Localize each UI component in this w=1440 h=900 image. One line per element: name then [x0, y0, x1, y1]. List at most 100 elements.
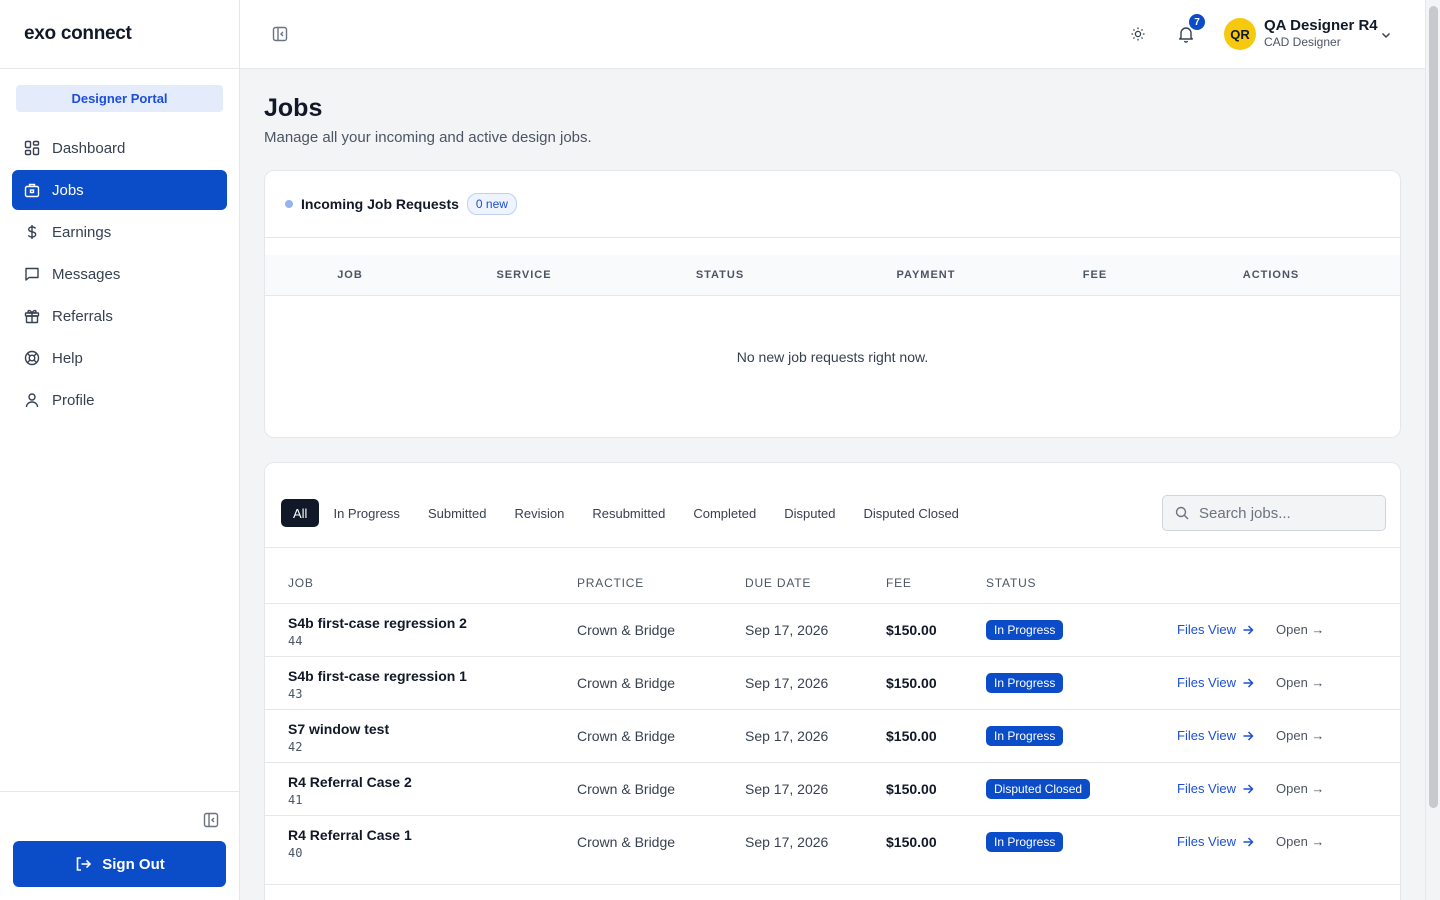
- sidebar-item-referrals[interactable]: Referrals: [12, 296, 227, 336]
- sidebar-item-jobs[interactable]: Jobs: [12, 170, 227, 210]
- job-name[interactable]: S7 window test: [288, 721, 389, 737]
- sidebar-item-earnings[interactable]: Earnings: [12, 212, 227, 252]
- files-view-link[interactable]: Files View: [1177, 675, 1254, 690]
- sidebar-item-help[interactable]: Help: [12, 338, 227, 378]
- files-view-label: Files View: [1177, 675, 1237, 690]
- filter-tab-disputed[interactable]: Disputed: [770, 499, 849, 527]
- filter-tab-in-progress[interactable]: In Progress: [319, 499, 413, 527]
- open-job-link[interactable]: Open →: [1276, 781, 1324, 796]
- page-subtitle: Manage all your incoming and active desi…: [264, 129, 592, 146]
- table-row[interactable]: S4b first-case regression 2 44 Crown & B…: [265, 604, 1400, 657]
- jobs-card: All In Progress Submitted Revision Resub…: [264, 462, 1401, 900]
- sign-out-button[interactable]: Sign Out: [13, 841, 226, 887]
- status-badge: In Progress: [986, 673, 1064, 693]
- top-bar: 7 QR QA Designer R4 CAD Designer: [240, 0, 1425, 69]
- sidebar-item-dashboard[interactable]: Dashboard: [12, 128, 227, 168]
- status-badge: Disputed Closed: [986, 779, 1091, 799]
- avatar[interactable]: QR: [1224, 18, 1256, 50]
- job-due-date: Sep 17, 2026: [745, 728, 829, 744]
- column-header-fee: FEE: [1082, 269, 1108, 281]
- open-job-link[interactable]: Open →: [1276, 675, 1324, 690]
- column-header-status: STATUS: [986, 576, 1037, 590]
- open-job-link[interactable]: Open →: [1276, 622, 1324, 637]
- job-name[interactable]: S4b first-case regression 1: [288, 668, 467, 684]
- open-job-link[interactable]: Open →: [1276, 834, 1324, 849]
- sign-out-label: Sign Out: [102, 855, 165, 873]
- notifications-badge: 7: [1189, 14, 1205, 30]
- files-view-label: Files View: [1177, 622, 1237, 637]
- column-header-job: JOB: [337, 269, 363, 281]
- column-header-service: SERVICE: [496, 269, 552, 281]
- filter-tab-resubmitted[interactable]: Resubmitted: [578, 499, 679, 527]
- new-count-badge: 0 new: [466, 193, 517, 215]
- column-header-job: JOB: [288, 576, 314, 590]
- arrow-right-icon: [1242, 624, 1254, 636]
- filter-tab-disputed-closed[interactable]: Disputed Closed: [850, 499, 973, 527]
- user-name[interactable]: QA Designer R4: [1264, 17, 1378, 34]
- job-practice: Crown & Bridge: [577, 622, 676, 638]
- job-id: 43: [288, 687, 303, 701]
- arrow-right-icon: [1242, 730, 1254, 742]
- column-header-payment: PAYMENT: [896, 269, 956, 281]
- gift-icon: [24, 308, 40, 324]
- collapse-sidebar-icon[interactable]: [203, 812, 219, 828]
- column-header-status: STATUS: [695, 269, 745, 281]
- job-fee: $150.00: [886, 781, 937, 797]
- incoming-requests-title: Incoming Job Requests: [301, 196, 459, 212]
- table-row[interactable]: S7 window test 42 Crown & Bridge Sep 17,…: [265, 710, 1400, 763]
- table-row[interactable]: R4 Referral Case 2 41 Crown & Bridge Sep…: [265, 763, 1400, 816]
- status-badge: In Progress: [986, 726, 1064, 746]
- filter-tab-completed[interactable]: Completed: [679, 499, 770, 527]
- message-icon: [24, 266, 40, 282]
- job-fee: $150.00: [886, 675, 937, 691]
- open-job-link[interactable]: Open →: [1276, 728, 1324, 743]
- filter-tab-revision[interactable]: Revision: [500, 499, 578, 527]
- sidebar-toggle-icon[interactable]: [272, 26, 288, 42]
- job-name[interactable]: S4b first-case regression 2: [288, 615, 467, 631]
- requests-empty-message: No new job requests right now.: [736, 349, 929, 365]
- scrollbar-thumb[interactable]: [1429, 6, 1438, 808]
- column-header-due-date: DUE DATE: [745, 576, 812, 590]
- job-name[interactable]: R4 Referral Case 1: [288, 827, 412, 843]
- search-placeholder: Search jobs...: [1199, 504, 1291, 522]
- search-input[interactable]: Search jobs...: [1162, 495, 1386, 531]
- table-row[interactable]: S4b first-case regression 1 43 Crown & B…: [265, 657, 1400, 710]
- job-id: 42: [288, 740, 303, 754]
- job-fee: $150.00: [886, 622, 937, 638]
- job-name[interactable]: R4 Referral Case 2: [288, 774, 412, 790]
- files-view-link[interactable]: Files View: [1177, 728, 1254, 743]
- job-due-date: Sep 17, 2026: [745, 834, 829, 850]
- files-view-link[interactable]: Files View: [1177, 781, 1254, 796]
- page-scrollbar[interactable]: [1425, 0, 1440, 900]
- divider: [265, 547, 1400, 548]
- sidebar-nav: Dashboard Jobs Earnings Messages Referra…: [0, 128, 239, 420]
- chevron-down-icon[interactable]: [1380, 28, 1392, 40]
- job-id: 41: [288, 793, 303, 807]
- arrow-right-icon: [1242, 783, 1254, 795]
- incoming-requests-card: Incoming Job Requests 0 new JOB SERVICE …: [264, 170, 1401, 438]
- job-fee: $150.00: [886, 728, 937, 744]
- sidebar-item-profile[interactable]: Profile: [12, 380, 227, 420]
- theme-toggle-icon[interactable]: [1130, 26, 1146, 42]
- column-header-fee: FEE: [886, 576, 912, 590]
- filter-tab-all[interactable]: All: [281, 499, 320, 527]
- files-view-label: Files View: [1177, 728, 1237, 743]
- files-view-link[interactable]: Files View: [1177, 834, 1254, 849]
- job-practice: Crown & Bridge: [577, 834, 676, 850]
- column-header-actions: ACTIONS: [1242, 269, 1300, 281]
- files-view-link[interactable]: Files View: [1177, 622, 1254, 637]
- files-view-label: Files View: [1177, 781, 1237, 796]
- sidebar-item-label: Messages: [52, 265, 121, 283]
- dashboard-icon: [24, 140, 40, 156]
- brand-logo[interactable]: exo connect: [24, 23, 132, 45]
- sidebar-footer: Sign Out: [0, 791, 239, 900]
- filter-tab-submitted[interactable]: Submitted: [414, 499, 501, 527]
- job-due-date: Sep 17, 2026: [745, 675, 829, 691]
- portal-badge: Designer Portal: [16, 85, 223, 112]
- table-row[interactable]: R4 Referral Case 1 40 Crown & Bridge Sep…: [265, 816, 1400, 885]
- sidebar-item-messages[interactable]: Messages: [12, 254, 227, 294]
- sidebar-item-label: Referrals: [52, 307, 113, 325]
- job-id: 40: [288, 846, 303, 860]
- job-fee: $150.00: [886, 834, 937, 850]
- arrow-right-icon: [1242, 836, 1254, 848]
